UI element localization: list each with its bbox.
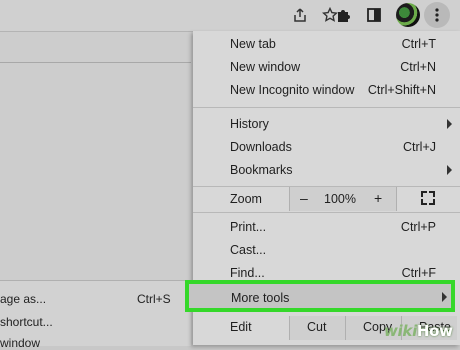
kebab-menu-icon[interactable] bbox=[424, 2, 450, 28]
menu-item-new-incognito[interactable]: New Incognito window Ctrl+Shift+N bbox=[193, 80, 460, 102]
save-page-shortcut: Ctrl+S bbox=[137, 292, 171, 306]
submenu-arrow-icon bbox=[442, 292, 447, 302]
new-tab-shortcut: Ctrl+T bbox=[401, 37, 436, 51]
new-incognito-label: New Incognito window bbox=[230, 83, 355, 97]
browser-toolbar bbox=[0, 0, 460, 32]
name-window-label: window bbox=[0, 336, 41, 350]
new-window-label: New window bbox=[230, 60, 301, 74]
downloads-shortcut: Ctrl+J bbox=[403, 140, 436, 154]
divider bbox=[0, 62, 191, 63]
save-page-item[interactable]: age as... bbox=[0, 292, 46, 306]
watermark-part1: wiki bbox=[384, 322, 417, 340]
more-tools-label: More tools bbox=[231, 291, 290, 305]
submenu-arrow-icon bbox=[447, 119, 452, 129]
cut-button[interactable]: Cut bbox=[289, 316, 345, 340]
submenu-arrow-icon bbox=[447, 165, 452, 175]
side-panel-icon[interactable] bbox=[362, 3, 386, 27]
menu-item-history[interactable]: History bbox=[193, 114, 460, 136]
zoom-control: – 100% + bbox=[289, 187, 397, 211]
menu-item-cast[interactable]: Cast... bbox=[193, 240, 460, 262]
save-page-label: age as... bbox=[0, 292, 47, 306]
edit-label: Edit bbox=[230, 320, 252, 334]
menu-separator bbox=[193, 107, 460, 108]
downloads-label: Downloads bbox=[230, 140, 292, 154]
bookmarks-label: Bookmarks bbox=[230, 163, 293, 177]
menu-item-print[interactable]: Print... Ctrl+P bbox=[193, 217, 460, 239]
wikihow-watermark: wikiHow bbox=[384, 322, 453, 340]
zoom-label: Zoom bbox=[230, 192, 262, 206]
extensions-icon[interactable] bbox=[331, 3, 355, 27]
menu-separator bbox=[193, 212, 460, 213]
more-tools-submenu: age as... Ctrl+S shortcut... window bbox=[0, 280, 191, 350]
zoom-level: 100% bbox=[324, 192, 356, 206]
menu-item-new-window[interactable]: New window Ctrl+N bbox=[193, 57, 460, 79]
find-shortcut: Ctrl+F bbox=[401, 266, 436, 280]
cut-label: Cut bbox=[307, 320, 327, 334]
new-tab-label: New tab bbox=[230, 37, 276, 51]
share-icon[interactable] bbox=[288, 3, 312, 27]
zoom-in-button[interactable]: + bbox=[374, 190, 382, 206]
history-label: History bbox=[230, 117, 269, 131]
menu-item-more-tools[interactable]: More tools bbox=[185, 280, 455, 312]
name-window-item[interactable]: window bbox=[0, 336, 40, 350]
new-window-shortcut: Ctrl+N bbox=[400, 60, 436, 74]
cast-label: Cast... bbox=[230, 243, 267, 257]
print-label: Print... bbox=[230, 220, 267, 234]
create-shortcut-item[interactable]: shortcut... bbox=[0, 315, 53, 329]
new-incognito-shortcut: Ctrl+Shift+N bbox=[367, 83, 436, 97]
menu-item-downloads[interactable]: Downloads Ctrl+J bbox=[193, 137, 460, 159]
menu-item-new-tab[interactable]: New tab Ctrl+T bbox=[193, 34, 460, 56]
menu-item-bookmarks[interactable]: Bookmarks bbox=[193, 160, 460, 182]
zoom-out-button[interactable]: – bbox=[300, 190, 308, 206]
fullscreen-icon[interactable] bbox=[421, 191, 435, 205]
print-shortcut: Ctrl+P bbox=[400, 220, 436, 234]
find-label: Find... bbox=[230, 266, 265, 280]
profile-avatar[interactable] bbox=[396, 3, 420, 27]
watermark-part2: How bbox=[416, 322, 453, 340]
create-shortcut-label: shortcut... bbox=[0, 315, 53, 329]
zoom-row: Zoom – 100% + bbox=[193, 187, 460, 211]
